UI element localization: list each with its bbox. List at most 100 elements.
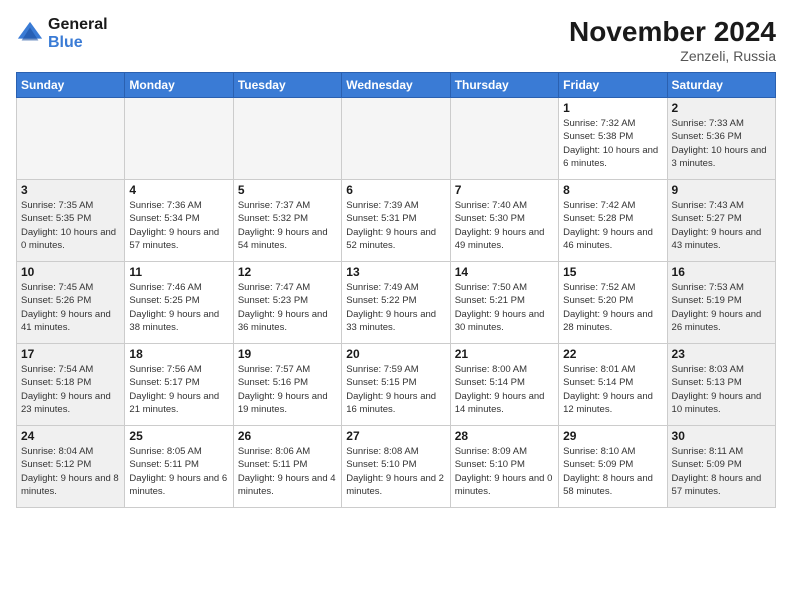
table-row: [233, 98, 341, 180]
day-info: Sunrise: 7:36 AM Sunset: 5:34 PM Dayligh…: [129, 199, 228, 252]
day-number: 19: [238, 347, 337, 361]
calendar-week-row: 17Sunrise: 7:54 AM Sunset: 5:18 PM Dayli…: [17, 344, 776, 426]
day-number: 23: [672, 347, 771, 361]
table-row: 9 Sunrise: 7:43 AM Sunset: 5:27 PM Daylig…: [667, 180, 775, 262]
day-info: Sunrise: 8:01 AM Sunset: 5:14 PM Dayligh…: [563, 363, 662, 416]
day-info: Sunrise: 7:57 AM Sunset: 5:16 PM Dayligh…: [238, 363, 337, 416]
day-number: 13: [346, 265, 445, 279]
calendar-week-row: 3 Sunrise: 7:35 AM Sunset: 5:35 PM Daylig…: [17, 180, 776, 262]
calendar-header-row: Sunday Monday Tuesday Wednesday Thursday…: [17, 73, 776, 98]
day-info: Sunrise: 7:43 AM Sunset: 5:27 PM Dayligh…: [672, 199, 771, 252]
table-row: [342, 98, 450, 180]
table-row: 27Sunrise: 8:08 AM Sunset: 5:10 PM Dayli…: [342, 426, 450, 508]
day-info: Sunrise: 7:45 AM Sunset: 5:26 PM Dayligh…: [21, 281, 120, 334]
day-info: Sunrise: 7:46 AM Sunset: 5:25 PM Dayligh…: [129, 281, 228, 334]
day-number: 24: [21, 429, 120, 443]
header-sunday: Sunday: [17, 73, 125, 98]
day-number: 28: [455, 429, 554, 443]
table-row: 17Sunrise: 7:54 AM Sunset: 5:18 PM Dayli…: [17, 344, 125, 426]
day-info: Sunrise: 8:04 AM Sunset: 5:12 PM Dayligh…: [21, 445, 120, 498]
table-row: 13 Sunrise: 7:49 AM Sunset: 5:22 PM Dayli…: [342, 262, 450, 344]
calendar-week-row: 1 Sunrise: 7:32 AM Sunset: 5:38 PM Daylig…: [17, 98, 776, 180]
table-row: 25 Sunrise: 8:05 AM Sunset: 5:11 PM Dayli…: [125, 426, 233, 508]
day-number: 14: [455, 265, 554, 279]
header-tuesday: Tuesday: [233, 73, 341, 98]
logo-text-line2: Blue: [48, 34, 108, 52]
day-info: Sunrise: 7:59 AM Sunset: 5:15 PM Dayligh…: [346, 363, 445, 416]
day-number: 3: [21, 183, 120, 197]
header-friday: Friday: [559, 73, 667, 98]
logo-text-line1: General: [48, 16, 108, 34]
table-row: 24 Sunrise: 8:04 AM Sunset: 5:12 PM Dayli…: [17, 426, 125, 508]
table-row: 28 Sunrise: 8:09 AM Sunset: 5:10 PM Dayli…: [450, 426, 558, 508]
title-area: November 2024 Zenzeli, Russia: [569, 16, 776, 64]
table-row: 15Sunrise: 7:52 AM Sunset: 5:20 PM Dayli…: [559, 262, 667, 344]
table-row: 5Sunrise: 7:37 AM Sunset: 5:32 PM Daylig…: [233, 180, 341, 262]
day-number: 26: [238, 429, 337, 443]
day-number: 12: [238, 265, 337, 279]
day-number: 9: [672, 183, 771, 197]
table-row: 4 Sunrise: 7:36 AM Sunset: 5:34 PM Daylig…: [125, 180, 233, 262]
page-header: General Blue November 2024 Zenzeli, Russ…: [16, 16, 776, 64]
day-number: 21: [455, 347, 554, 361]
day-number: 25: [129, 429, 228, 443]
day-info: Sunrise: 7:35 AM Sunset: 5:35 PM Dayligh…: [21, 199, 120, 252]
day-info: Sunrise: 7:53 AM Sunset: 5:19 PM Dayligh…: [672, 281, 771, 334]
day-number: 29: [563, 429, 662, 443]
day-info: Sunrise: 7:47 AM Sunset: 5:23 PM Dayligh…: [238, 281, 337, 334]
day-info: Sunrise: 7:40 AM Sunset: 5:30 PM Dayligh…: [455, 199, 554, 252]
table-row: 20 Sunrise: 7:59 AM Sunset: 5:15 PM Dayli…: [342, 344, 450, 426]
day-info: Sunrise: 7:49 AM Sunset: 5:22 PM Dayligh…: [346, 281, 445, 334]
day-info: Sunrise: 8:00 AM Sunset: 5:14 PM Dayligh…: [455, 363, 554, 416]
day-number: 6: [346, 183, 445, 197]
day-info: Sunrise: 7:33 AM Sunset: 5:36 PM Dayligh…: [672, 117, 771, 170]
calendar-week-row: 10 Sunrise: 7:45 AM Sunset: 5:26 PM Dayli…: [17, 262, 776, 344]
table-row: 19 Sunrise: 7:57 AM Sunset: 5:16 PM Dayli…: [233, 344, 341, 426]
table-row: 12 Sunrise: 7:47 AM Sunset: 5:23 PM Dayli…: [233, 262, 341, 344]
table-row: [125, 98, 233, 180]
day-number: 2: [672, 101, 771, 115]
table-row: 30Sunrise: 8:11 AM Sunset: 5:09 PM Dayli…: [667, 426, 775, 508]
day-info: Sunrise: 7:50 AM Sunset: 5:21 PM Dayligh…: [455, 281, 554, 334]
table-row: 26 Sunrise: 8:06 AM Sunset: 5:11 PM Dayli…: [233, 426, 341, 508]
day-number: 30: [672, 429, 771, 443]
day-info: Sunrise: 8:06 AM Sunset: 5:11 PM Dayligh…: [238, 445, 337, 498]
location: Zenzeli, Russia: [569, 48, 776, 64]
table-row: 16Sunrise: 7:53 AM Sunset: 5:19 PM Dayli…: [667, 262, 775, 344]
header-thursday: Thursday: [450, 73, 558, 98]
month-title: November 2024: [569, 16, 776, 48]
table-row: 7 Sunrise: 7:40 AM Sunset: 5:30 PM Daylig…: [450, 180, 558, 262]
table-row: 29 Sunrise: 8:10 AM Sunset: 5:09 PM Dayli…: [559, 426, 667, 508]
header-monday: Monday: [125, 73, 233, 98]
table-row: 2 Sunrise: 7:33 AM Sunset: 5:36 PM Daylig…: [667, 98, 775, 180]
day-info: Sunrise: 7:56 AM Sunset: 5:17 PM Dayligh…: [129, 363, 228, 416]
day-number: 1: [563, 101, 662, 115]
day-number: 20: [346, 347, 445, 361]
day-info: Sunrise: 7:52 AM Sunset: 5:20 PM Dayligh…: [563, 281, 662, 334]
day-info: Sunrise: 8:03 AM Sunset: 5:13 PM Dayligh…: [672, 363, 771, 416]
day-info: Sunrise: 7:39 AM Sunset: 5:31 PM Dayligh…: [346, 199, 445, 252]
table-row: 21 Sunrise: 8:00 AM Sunset: 5:14 PM Dayli…: [450, 344, 558, 426]
day-info: Sunrise: 7:42 AM Sunset: 5:28 PM Dayligh…: [563, 199, 662, 252]
day-info: Sunrise: 7:32 AM Sunset: 5:38 PM Dayligh…: [563, 117, 662, 170]
day-number: 10: [21, 265, 120, 279]
day-info: Sunrise: 7:37 AM Sunset: 5:32 PM Dayligh…: [238, 199, 337, 252]
header-wednesday: Wednesday: [342, 73, 450, 98]
table-row: 23 Sunrise: 8:03 AM Sunset: 5:13 PM Dayli…: [667, 344, 775, 426]
day-number: 4: [129, 183, 228, 197]
day-number: 22: [563, 347, 662, 361]
calendar-week-row: 24 Sunrise: 8:04 AM Sunset: 5:12 PM Dayli…: [17, 426, 776, 508]
table-row: 18Sunrise: 7:56 AM Sunset: 5:17 PM Dayli…: [125, 344, 233, 426]
header-saturday: Saturday: [667, 73, 775, 98]
day-info: Sunrise: 8:05 AM Sunset: 5:11 PM Dayligh…: [129, 445, 228, 498]
day-info: Sunrise: 8:10 AM Sunset: 5:09 PM Dayligh…: [563, 445, 662, 498]
table-row: [450, 98, 558, 180]
table-row: 8 Sunrise: 7:42 AM Sunset: 5:28 PM Daylig…: [559, 180, 667, 262]
logo-icon: [16, 20, 44, 48]
day-number: 17: [21, 347, 120, 361]
day-number: 11: [129, 265, 228, 279]
day-info: Sunrise: 8:09 AM Sunset: 5:10 PM Dayligh…: [455, 445, 554, 498]
table-row: 10 Sunrise: 7:45 AM Sunset: 5:26 PM Dayli…: [17, 262, 125, 344]
day-number: 7: [455, 183, 554, 197]
day-number: 8: [563, 183, 662, 197]
